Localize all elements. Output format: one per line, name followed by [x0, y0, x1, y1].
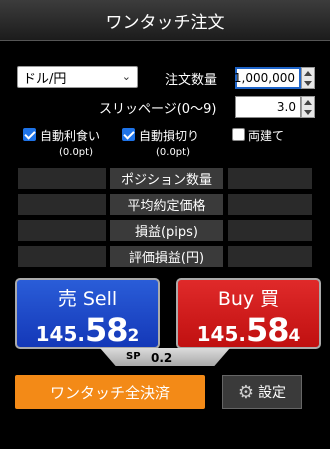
buy-price: 145.584: [196, 311, 301, 349]
auto-stop-loss-checkbox[interactable]: [122, 128, 135, 141]
auto-stop-loss-label: 自動損切り: [139, 129, 200, 143]
pl-pips-label: 損益(pips): [110, 220, 223, 241]
avg-price-buy-value: [228, 194, 312, 215]
sell-button[interactable]: 売 Sell 145.582: [15, 278, 160, 349]
sell-price: 145.582: [35, 311, 140, 349]
position-qty-buy-value: [228, 168, 312, 189]
position-qty-label: ポジション数量: [110, 168, 223, 189]
avg-price-label: 平均約定価格: [110, 194, 223, 215]
title-bar: ワンタッチ注文: [0, 0, 330, 41]
stepper-up-icon[interactable]: [304, 70, 312, 76]
currency-pair-value: ドル/円: [23, 71, 67, 87]
position-qty-sell-value: [18, 168, 106, 189]
window-title: ワンタッチ注文: [105, 12, 225, 33]
stepper-up-icon[interactable]: [304, 99, 312, 105]
spread-label: SP: [126, 351, 141, 362]
slippage-stepper[interactable]: [301, 96, 315, 118]
spread-value: 0.2: [151, 351, 173, 365]
hedge-label: 両建て: [248, 129, 285, 143]
order-qty-stepper[interactable]: [301, 67, 315, 89]
settings-label: 設定: [258, 385, 287, 401]
stepper-down-icon[interactable]: [304, 109, 312, 115]
avg-price-sell-value: [18, 194, 106, 215]
settings-button[interactable]: ⚙ 設定: [222, 375, 302, 409]
pl-pips-sell-value: [18, 220, 106, 241]
order-qty-input[interactable]: 1,000,000: [234, 67, 301, 89]
slippage-input[interactable]: 3.0: [235, 96, 301, 118]
stepper-down-icon[interactable]: [304, 80, 312, 86]
unrealized-pl-sell-value: [18, 246, 106, 267]
close-all-button[interactable]: ワンタッチ全決済: [15, 375, 205, 409]
hedge-checkbox[interactable]: [232, 128, 245, 141]
auto-take-profit-checkbox[interactable]: [23, 128, 36, 141]
currency-pair-select[interactable]: ドル/円 ⌄: [17, 66, 138, 88]
buy-label: Buy 買: [217, 288, 280, 310]
pl-pips-buy-value: [228, 220, 312, 241]
chevron-down-icon: ⌄: [121, 70, 131, 83]
auto-stop-loss-value: (0.0pt): [156, 147, 190, 158]
unrealized-pl-label: 評価損益(円): [110, 246, 223, 267]
auto-take-profit-label: 自動利食い: [40, 129, 101, 143]
unrealized-pl-buy-value: [228, 246, 312, 267]
buy-button[interactable]: Buy 買 145.584: [176, 278, 321, 349]
slippage-label: スリッページ(0～9): [99, 102, 217, 117]
sell-label: 売 Sell: [57, 288, 118, 310]
auto-take-profit-value: (0.0pt): [59, 147, 93, 158]
order-qty-label: 注文数量: [165, 73, 218, 88]
gear-icon: ⚙: [237, 381, 255, 403]
